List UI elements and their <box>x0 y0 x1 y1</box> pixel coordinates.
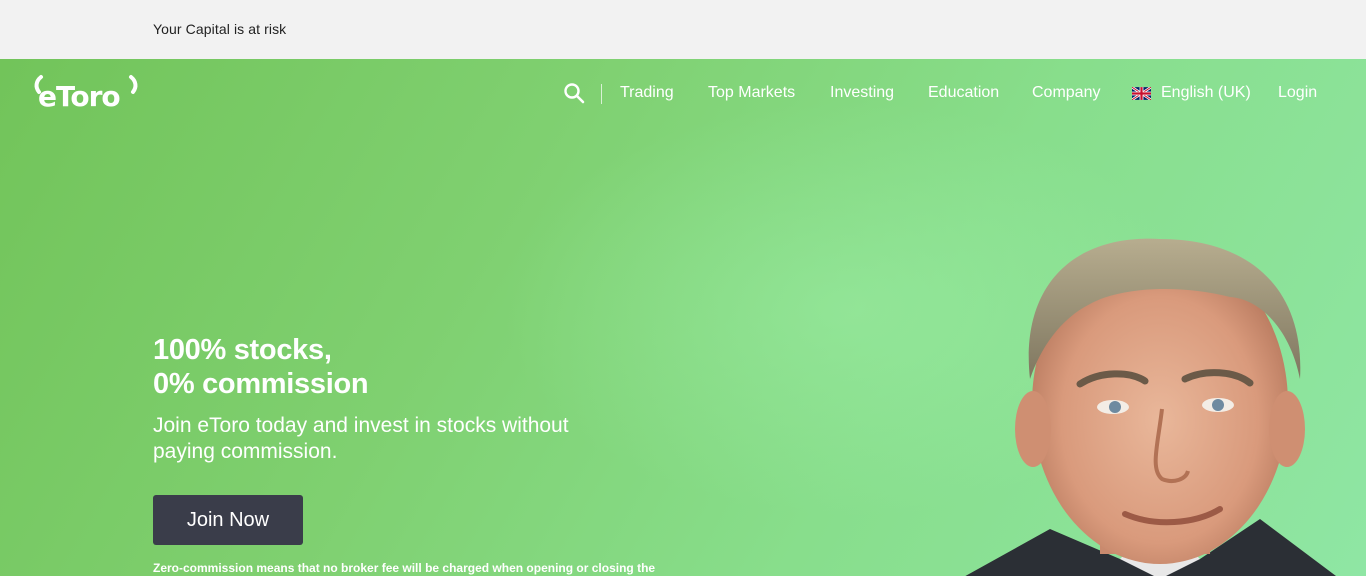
risk-warning-text: Your Capital is at risk <box>153 21 287 37</box>
nav-item-company[interactable]: Company <box>1032 84 1100 102</box>
risk-warning-banner: Your Capital is at risk <box>0 0 1366 59</box>
nav-item-login[interactable]: Login <box>1278 84 1317 102</box>
hero-headline: 100% stocks, 0% commission <box>153 333 369 401</box>
nav-divider <box>601 84 602 104</box>
search-icon[interactable] <box>563 82 585 104</box>
hero-headline-line-2: 0% commission <box>153 368 369 400</box>
spokesperson-portrait <box>965 238 1336 576</box>
etoro-logo[interactable]: eToro <box>33 73 143 111</box>
nav-item-investing[interactable]: Investing <box>830 84 894 102</box>
nav-item-language[interactable]: English (UK) <box>1161 84 1251 102</box>
main-navigation: Trading Top Markets Investing Education … <box>560 81 1366 107</box>
uk-flag-icon <box>1132 87 1151 100</box>
hero-headline-line-1: 100% stocks, <box>153 334 332 366</box>
zero-commission-disclaimer: Zero-commission means that no broker fee… <box>153 561 656 575</box>
svg-text:eToro: eToro <box>38 80 120 111</box>
nav-item-education[interactable]: Education <box>928 84 999 102</box>
nav-item-top-markets[interactable]: Top Markets <box>708 84 795 102</box>
nav-item-trading[interactable]: Trading <box>620 84 674 102</box>
hero-subheadline: Join eToro today and invest in stocks wi… <box>153 414 569 463</box>
join-now-button[interactable]: Join Now <box>153 495 303 545</box>
hero-section: eToro Trading Top Markets Investing Educ… <box>0 59 1366 576</box>
